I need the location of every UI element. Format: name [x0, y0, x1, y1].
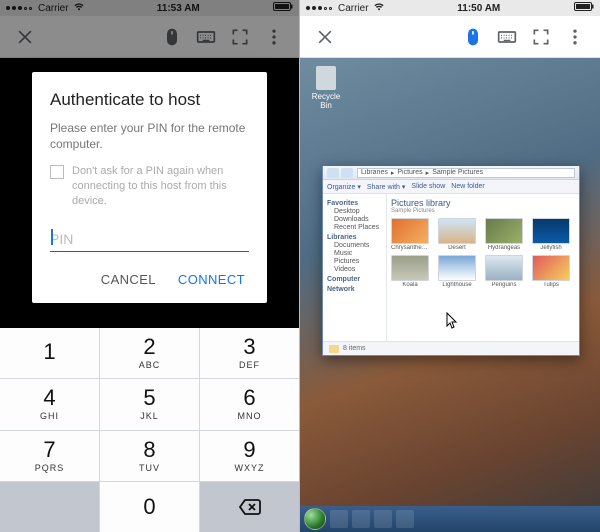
thumb-caption: Jellyfish	[532, 245, 570, 251]
library-title: Pictures library	[391, 198, 575, 208]
sidebar-item[interactable]: Documents	[327, 242, 382, 249]
connect-button[interactable]: CONNECT	[174, 266, 249, 293]
cancel-button[interactable]: CANCEL	[97, 266, 160, 293]
ios-status-bar-right: Carrier 11:50 AM	[300, 0, 600, 16]
nav-back-forward[interactable]	[327, 168, 353, 178]
picture-thumbnail[interactable]: Koala	[391, 255, 429, 288]
recycle-bin-icon[interactable]: Recycle Bin	[308, 66, 344, 110]
library-subtitle: Sample Pictures	[391, 208, 575, 214]
more-icon[interactable]	[558, 20, 592, 54]
remember-checkbox[interactable]	[50, 165, 64, 179]
sidebar-favorites[interactable]: Favorites	[327, 200, 382, 207]
taskbar-icon[interactable]	[396, 510, 414, 528]
close-icon[interactable]	[308, 20, 342, 54]
picture-thumbnail[interactable]: Tulips	[532, 255, 570, 288]
picture-thumbnail[interactable]: Lighthouse	[438, 255, 476, 288]
picture-thumbnail[interactable]: Chrysanthemum	[391, 218, 429, 251]
key-blank	[0, 482, 99, 532]
recycle-bin-label: Recycle Bin	[308, 92, 344, 110]
app-toolbar-right	[300, 16, 600, 58]
window-toolbar: Organize ▾ Share with ▾ Slide show New f…	[323, 180, 579, 194]
fullscreen-icon[interactable]	[524, 20, 558, 54]
thumb-caption: Tulips	[532, 282, 570, 288]
cursor-icon	[446, 312, 458, 330]
taskbar-icon[interactable]	[330, 510, 348, 528]
key-1[interactable]: 1	[0, 328, 99, 378]
sidebar-item[interactable]: Music	[327, 250, 382, 257]
sidebar-item[interactable]: Pictures	[327, 258, 382, 265]
remote-desktop[interactable]: Recycle Bin Libraries▸ Pictures▸ Sample …	[300, 58, 600, 532]
remember-label: Don't ask for a PIN again when connectin…	[72, 164, 249, 209]
keyboard-icon[interactable]	[490, 20, 524, 54]
key-2[interactable]: 2ABC	[100, 328, 199, 378]
key-8[interactable]: 8TUV	[100, 431, 199, 481]
explorer-main: Pictures library Sample Pictures Chrysan…	[387, 194, 579, 341]
sidebar-computer[interactable]: Computer	[327, 276, 382, 283]
folder-icon	[329, 345, 339, 353]
thumb-caption: Hydrangeas	[485, 245, 523, 251]
thumb-caption: Chrysanthemum	[391, 245, 429, 251]
key-3[interactable]: 3DEF	[200, 328, 299, 378]
breadcrumb[interactable]: Libraries▸ Pictures▸ Sample Pictures	[357, 168, 575, 178]
thumb-caption: Penguins	[485, 282, 523, 288]
picture-thumbnail[interactable]: Desert	[438, 218, 476, 251]
key-4[interactable]: 4GHI	[0, 379, 99, 429]
start-button[interactable]	[304, 508, 326, 530]
window-statusbar: 8 items	[323, 341, 579, 355]
picture-thumbnail[interactable]: Penguins	[485, 255, 523, 288]
status-text: 8 items	[343, 345, 366, 352]
window-addressbar: Libraries▸ Pictures▸ Sample Pictures	[323, 166, 579, 180]
pin-input[interactable]	[50, 227, 249, 252]
key-7[interactable]: 7PQRS	[0, 431, 99, 481]
battery-icon	[574, 2, 594, 14]
key-6[interactable]: 6MNO	[200, 379, 299, 429]
key-5[interactable]: 5JKL	[100, 379, 199, 429]
thumb-caption: Desert	[438, 245, 476, 251]
toolbar-newfolder[interactable]: New folder	[451, 183, 484, 190]
key-0[interactable]: 0	[100, 482, 199, 532]
modal-title: Authenticate to host	[50, 90, 249, 110]
sidebar-item[interactable]: Desktop	[327, 208, 382, 215]
modal-subtitle: Please enter your PIN for the remote com…	[50, 120, 249, 152]
input-caret	[51, 229, 53, 245]
key-backspace[interactable]	[200, 482, 299, 532]
clock-label: 11:50 AM	[384, 3, 574, 14]
key-9[interactable]: 9WXYZ	[200, 431, 299, 481]
taskbar-icon[interactable]	[352, 510, 370, 528]
auth-modal: Authenticate to host Please enter your P…	[32, 72, 267, 303]
picture-thumbnail[interactable]: Jellyfish	[532, 218, 570, 251]
windows-taskbar[interactable]	[300, 506, 600, 532]
carrier-label: Carrier	[338, 3, 369, 14]
thumb-caption: Lighthouse	[438, 282, 476, 288]
sidebar-network[interactable]: Network	[327, 286, 382, 293]
toolbar-slideshow[interactable]: Slide show	[411, 183, 445, 190]
mouse-icon[interactable]	[456, 20, 490, 54]
thumb-caption: Koala	[391, 282, 429, 288]
taskbar-icon[interactable]	[374, 510, 392, 528]
explorer-sidebar: Favorites Desktop Downloads Recent Place…	[323, 194, 387, 341]
sidebar-item[interactable]: Recent Places	[327, 224, 382, 231]
picture-thumbnail[interactable]: Hydrangeas	[485, 218, 523, 251]
sidebar-item[interactable]: Videos	[327, 266, 382, 273]
sidebar-item[interactable]: Downloads	[327, 216, 382, 223]
sidebar-libraries[interactable]: Libraries	[327, 234, 382, 241]
toolbar-share[interactable]: Share with ▾	[367, 183, 406, 191]
wifi-icon	[374, 3, 384, 14]
numeric-keypad: 1 2ABC 3DEF 4GHI 5JKL 6MNO 7PQRS 8TUV 9W…	[0, 328, 299, 532]
toolbar-organize[interactable]: Organize ▾	[327, 183, 361, 191]
